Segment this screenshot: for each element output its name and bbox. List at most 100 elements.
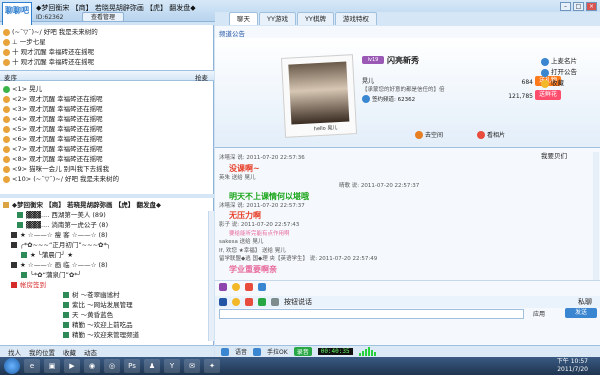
tree-item[interactable]: 树 ～苍翠幽谧村 [3, 290, 211, 300]
tab-find-people[interactable]: 找人 [8, 347, 21, 357]
record-button[interactable]: 录音 [293, 347, 312, 356]
tab-game-privileges[interactable]: 游戏特权 [334, 12, 377, 25]
card-icon [541, 57, 549, 66]
list-item[interactable]: <2> 观才沉醒 幸福砖还在摇呢 [3, 94, 211, 104]
open-announcement-link[interactable]: 打开公告 [541, 67, 597, 78]
mic-user-icon [3, 165, 10, 173]
tree-item[interactable]: 精勤 ～欢迎上前吃品 [3, 320, 211, 330]
photoshop-icon[interactable]: Ps [124, 359, 140, 373]
list-item[interactable]: <5> 观才沉醒 幸福砖还在摇呢 [3, 124, 211, 134]
user-icon [3, 48, 10, 56]
tree-item[interactable]: ▓▓▓.... 西湖第一美人 (89) [3, 210, 211, 220]
view-photos-button[interactable]: 看相片 [477, 130, 505, 139]
smiley-icon[interactable] [232, 298, 240, 306]
tab-my-position[interactable]: 我的位置 [29, 347, 55, 357]
tab-favorites[interactable]: 收藏 [63, 347, 76, 357]
list-item[interactable]: <6> 观才沉醒 幸福砖还在摇呢 [3, 134, 211, 144]
mic-card-link[interactable]: 上麦名片 [541, 56, 597, 67]
text-format-icon[interactable] [219, 298, 227, 306]
yy-icon[interactable]: Y [164, 359, 180, 373]
font-icon[interactable] [219, 283, 227, 291]
gift-icon[interactable] [245, 298, 253, 306]
chat-scrollbar[interactable] [593, 152, 599, 280]
mic-user-icon [3, 175, 10, 183]
tree-item[interactable]: ╭*✿~~~“正月初门”~~~✿*╮ [3, 240, 211, 250]
speak-mode-dropdown[interactable]: 按钮说话 [284, 297, 312, 307]
emoji-icon[interactable] [232, 283, 240, 291]
apps-button[interactable]: 应用 [533, 309, 545, 318]
list-item[interactable]: <1> 晃儿 [3, 84, 211, 94]
image-icon[interactable] [258, 283, 266, 291]
profile-side-links: 上麦名片 打开公告 收藏 [541, 56, 597, 89]
list-item[interactable]: (~¯▽¯)~/ 好吧 我是未来树的 [3, 27, 211, 37]
tab-chat[interactable]: 聊天 [229, 12, 258, 25]
list-item[interactable]: <8> 观才沉醒 幸福砖还在摇呢 [3, 154, 211, 164]
ie-icon[interactable]: e [24, 359, 40, 373]
list-item[interactable]: <4> 观才沉醒 幸福砖还在摇呢 [3, 114, 211, 124]
user-icon [3, 38, 10, 46]
left-bottom-tabs: 找人 我的位置 收藏 动态 [0, 345, 214, 357]
hand-ok-toggle[interactable]: 手拉OK [267, 347, 288, 356]
minimize-icon[interactable]: – [560, 2, 571, 11]
start-button[interactable] [4, 358, 20, 374]
profile-signature: 【承蒙您的好意的都是信任的】倍 [362, 87, 445, 93]
chat-message: 无压力啊 [229, 211, 261, 220]
browser-icon[interactable]: ◎ [104, 359, 120, 373]
list-item[interactable]: <9> 猫咪一会儿 别叫我下去摇我 [3, 164, 211, 174]
profile-photo[interactable]: hello 晃儿 [280, 54, 358, 138]
tree-item[interactable]: ★ ☆——☆ 画 临 ☆——☆ (8) [3, 260, 211, 270]
avatar [288, 61, 350, 125]
qq-icon[interactable]: ♟ [144, 359, 160, 373]
app-icon[interactable]: ✉ [184, 359, 200, 373]
app-icon[interactable]: ✦ [204, 359, 220, 373]
system-clock[interactable]: 下午 10:57 2011/7/20 [557, 358, 588, 374]
mic-user-icon [3, 155, 10, 163]
tab-activity[interactable]: 动态 [84, 347, 97, 357]
screenshot-icon[interactable] [258, 298, 266, 306]
tree-item-current[interactable]: 帐房签到 [3, 280, 211, 290]
mic-label[interactable]: 麦序 [4, 72, 17, 82]
manage-button[interactable]: 查看管理 [82, 12, 124, 22]
tab-yy-chess[interactable]: YY棋牌 [296, 12, 334, 25]
flower-icon[interactable] [245, 283, 253, 291]
list-item[interactable]: <3> 观才沉醒 幸福砖还在摇呢 [3, 104, 211, 114]
tree-item[interactable]: 天 ～黄昏蓝色 [3, 310, 211, 320]
tree-root[interactable]: ◆梦回衡宋 【商】 若晓晃胡辟弥画 【虎】 翻发盘◆ [3, 200, 211, 210]
maximize-icon[interactable]: □ [573, 2, 584, 11]
clear-icon[interactable] [271, 298, 279, 306]
tree-item[interactable]: ╰*✿“蒲泉门”✿*╯ [3, 270, 211, 280]
chrome-icon[interactable]: ◉ [84, 359, 100, 373]
tree-item[interactable]: 精勤 ～欢迎来管理频道 [3, 330, 211, 340]
send-flower-button[interactable]: 送鲜花 [535, 90, 561, 100]
grab-mic-button[interactable]: 抢麦 [195, 72, 208, 82]
chat-input[interactable] [219, 309, 524, 319]
list-item[interactable]: 十 观才沉醒 幸福砖还在摇呢 [3, 57, 211, 67]
list-item[interactable]: ⊥ 一步七星 [3, 37, 211, 47]
favorite-link[interactable]: 收藏 [541, 78, 597, 89]
announcement-link[interactable]: 频道公告 [219, 28, 245, 38]
right-panel: 聊天 YY游戏 YY棋牌 游戏特权 频道公告 hello 晃儿 lv19 闪亮新… [215, 12, 600, 345]
chat-message: 要给能听完能有点作用啊 [229, 230, 290, 237]
tree-item[interactable]: ▓▓▓.... 淌南第一虎公子 (8) [3, 220, 211, 230]
go-space-button[interactable]: 去空间 [415, 130, 443, 139]
speaker-icon[interactable] [253, 347, 262, 356]
close-icon[interactable]: × [586, 2, 597, 11]
list-item[interactable]: <7> 观才沉醒 幸福砖还在摇呢 [3, 144, 211, 154]
media-player-icon[interactable]: ▶ [64, 359, 80, 373]
tree-item[interactable]: 紫比 ～网站发展管理 [3, 300, 211, 310]
explorer-icon[interactable]: ▣ [44, 359, 60, 373]
tree-item[interactable]: ★ ╰蒲晨门╯ ★ [3, 250, 211, 260]
tree-scrollbar[interactable] [208, 211, 214, 341]
private-chat-toggle[interactable]: 私聊 [578, 297, 592, 307]
user-icon [63, 312, 69, 318]
send-button[interactable]: 发送 [565, 308, 597, 318]
list-item[interactable]: 十 观才沉醒 幸福砖还在摇呢 [3, 47, 211, 57]
tree-item[interactable]: ★ ☆——☆ 瘦 客 ☆——☆ (8) [3, 230, 211, 240]
channel-tree: ◆梦回衡宋 【商】 若晓晃胡辟弥画 【虎】 翻发盘◆ ▓▓▓.... 西湖第一美… [0, 198, 214, 344]
chat-meta: 沐嘻深 说: 2011-07-20 22:57:37 [219, 202, 305, 209]
microphone-icon[interactable] [221, 347, 229, 356]
user-icon [3, 58, 10, 66]
tab-yy-games[interactable]: YY游戏 [259, 12, 296, 25]
list-item[interactable]: <10> (~¯▽¯)~/ 好吧 我是未来树的 [3, 174, 211, 184]
mic-user-icon [3, 85, 10, 93]
